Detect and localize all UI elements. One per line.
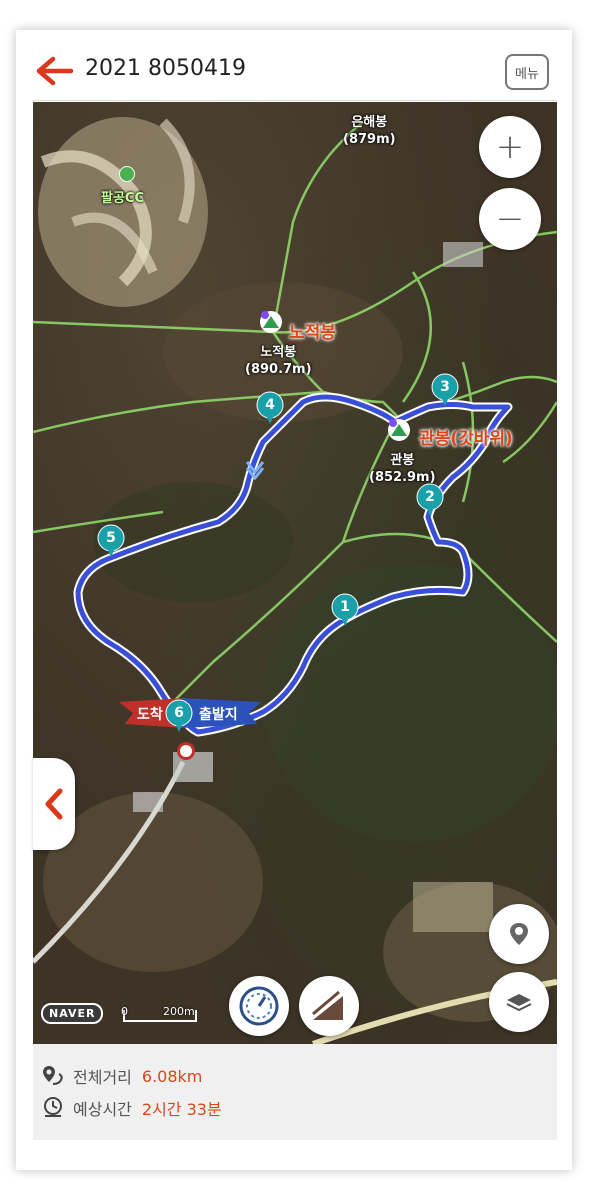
peak-label-eunhaebong: 은해봉 (879m): [343, 114, 396, 148]
waypoint-marker-5[interactable]: 5: [97, 524, 125, 558]
waypoint-number: 2: [425, 489, 435, 505]
waypoint-number: 3: [440, 379, 450, 395]
elevation-slope-icon: [312, 990, 343, 1020]
provider-logo: NAVER: [41, 1003, 104, 1024]
time-row: 예상시간 2시간 33분: [41, 1096, 222, 1120]
distance-label: 전체거리: [73, 1068, 132, 1087]
time-value: 2시간 33분: [141, 1100, 222, 1119]
start-point-icon: [177, 742, 195, 760]
depart-flag: 출발지: [181, 698, 261, 728]
waypoint-marker-2[interactable]: 2: [416, 483, 444, 517]
location-pin-icon: [510, 923, 528, 945]
peak-name: 노적봉: [260, 345, 297, 360]
speedometer-icon: [239, 986, 279, 1026]
my-location-button[interactable]: [489, 904, 549, 964]
poi-label-palgong-cc: 팔공CC: [101, 191, 145, 206]
distance-value: 6.08km: [141, 1066, 203, 1086]
distance-row: 전체거리 6.08km: [41, 1064, 202, 1088]
peak-label-nojeokbong: 노적봉 (890.7m): [245, 344, 312, 378]
side-panel-toggle[interactable]: [33, 758, 75, 850]
poi-label-nojeokbong: 노적봉: [289, 323, 336, 343]
peak-name: 은해봉: [351, 115, 388, 130]
scale-start-label: 0: [121, 1005, 128, 1018]
poi-label-gwanbong: 관봉(갓바위): [419, 429, 513, 449]
page-title: 2021 8050419: [85, 56, 246, 81]
clock-icon: [44, 1097, 62, 1117]
speed-gauge-button[interactable]: [229, 976, 289, 1036]
waypoint-marker-6[interactable]: 6: [165, 699, 193, 733]
peak-label-gwanbong: 관봉 (852.9m): [369, 452, 436, 486]
mountain-peak-icon: [387, 418, 411, 446]
layers-button[interactable]: [489, 972, 549, 1032]
menu-button[interactable]: 메뉴: [505, 54, 549, 90]
waypoint-number: 5: [106, 530, 116, 546]
map-view[interactable]: 은해봉 (879m) 팔공CC 노적봉 노적봉 (890.7m) 관봉(갓바위)…: [33, 102, 557, 1044]
peak-elevation: (879m): [343, 132, 396, 147]
back-arrow-icon[interactable]: [35, 54, 75, 88]
zoom-in-button[interactable]: +: [479, 116, 541, 178]
arrive-label: 도착: [137, 707, 163, 723]
waypoint-number: 1: [340, 599, 350, 615]
time-label: 예상시간: [73, 1100, 132, 1119]
waypoint-number: 4: [265, 397, 275, 413]
waypoint-marker-3[interactable]: 3: [431, 373, 459, 407]
waypoint-marker-4[interactable]: 4: [256, 391, 284, 425]
route-stats-panel: 전체거리 6.08km 예상시간 2시간 33분: [33, 1044, 557, 1140]
app-header: 2021 8050419 메뉴: [33, 42, 557, 101]
layers-icon: [506, 994, 532, 1012]
waypoint-marker-1[interactable]: 1: [331, 593, 359, 627]
waypoint-number: 6: [174, 705, 184, 721]
chevron-left-icon: [45, 788, 63, 820]
zoom-out-button[interactable]: −: [479, 188, 541, 250]
mountain-peak-icon: [259, 310, 283, 338]
golf-icon: [119, 166, 135, 182]
scale-end-label: 200m: [163, 1005, 195, 1018]
terrain-background: [33, 102, 557, 1044]
elevation-profile-button[interactable]: [299, 976, 359, 1036]
peak-name: 관봉: [390, 453, 415, 468]
depart-label: 출발지: [199, 707, 238, 723]
peak-elevation: (890.7m): [245, 362, 312, 377]
route-distance-icon: [43, 1066, 63, 1085]
